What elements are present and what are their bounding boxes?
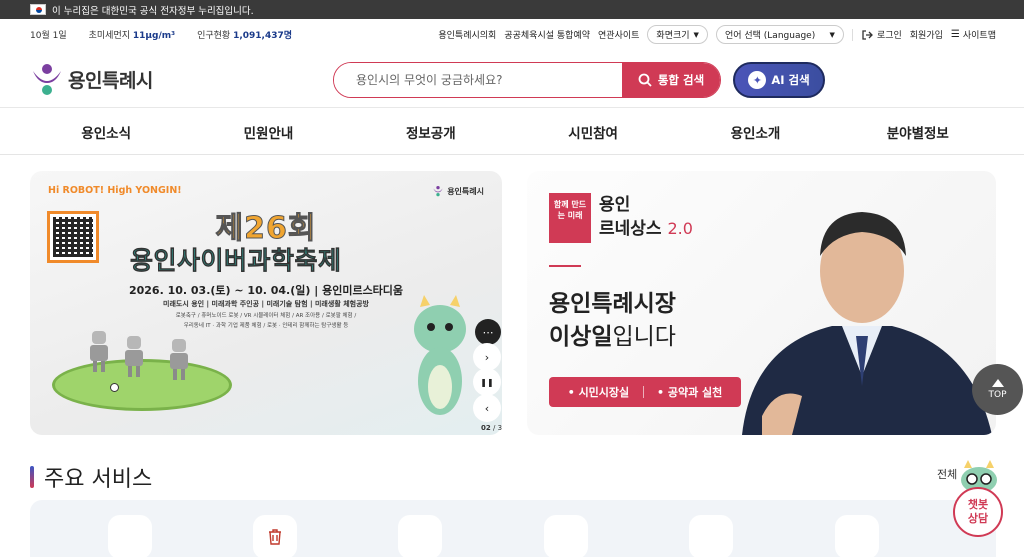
fine-dust-info: 초미세먼지 11μg/m³ bbox=[88, 31, 176, 41]
pledges-link[interactable]: • 공약과 실천 bbox=[657, 384, 722, 400]
pause-slide[interactable]: ❚❚ bbox=[473, 368, 501, 396]
today-date: 10월 1일 bbox=[30, 31, 67, 41]
nav-citizen-participation[interactable]: 시민참여 bbox=[513, 122, 673, 142]
pause-icon: ❚❚ bbox=[473, 368, 501, 396]
nav-field-info[interactable]: 분야별정보 bbox=[838, 122, 998, 142]
ai-search-button[interactable]: ✦ AI 검색 bbox=[733, 62, 825, 98]
search-button[interactable]: 통합 검색 bbox=[622, 63, 720, 97]
yongin-logo-icon bbox=[433, 186, 443, 197]
robot-illustration bbox=[170, 339, 188, 381]
service-card[interactable] bbox=[398, 515, 442, 559]
slide-pager: 02 / 3 bbox=[481, 424, 503, 432]
mayor-photo bbox=[742, 212, 992, 435]
divider bbox=[851, 28, 853, 41]
gov-notice-text: 이 누리집은 대한민국 공식 전자정부 누리집입니다. bbox=[52, 5, 254, 17]
menu-icon: ☰ bbox=[950, 29, 960, 40]
soccer-ball-icon bbox=[110, 383, 119, 392]
link-city-council[interactable]: 용인특례시의회 bbox=[438, 28, 496, 41]
service-card[interactable] bbox=[544, 515, 588, 559]
service-card[interactable] bbox=[108, 515, 152, 559]
nav-yongin-news[interactable]: 용인소식 bbox=[26, 122, 186, 142]
gov-notice-bar: 이 누리집은 대한민국 공식 전자정부 누리집입니다. bbox=[0, 0, 1024, 19]
arrow-up-icon bbox=[991, 379, 1004, 387]
prev-slide[interactable]: ‹ bbox=[473, 394, 501, 422]
population-info: 인구현황 1,091,437명 bbox=[197, 31, 293, 41]
link-related-sites[interactable]: 연관사이트 bbox=[598, 28, 639, 41]
search-input[interactable] bbox=[334, 63, 622, 97]
nav-about-yongin[interactable]: 용인소개 bbox=[675, 122, 835, 142]
services-heading: 주요 서비스 bbox=[30, 461, 152, 493]
banner-logo: 용인특례시 bbox=[432, 185, 484, 197]
heading-accent bbox=[30, 466, 34, 488]
festival-title: 용인사이버과학축제 bbox=[130, 246, 342, 276]
scroll-top-button[interactable]: TOP bbox=[972, 364, 1023, 415]
robot-illustration bbox=[125, 336, 143, 378]
join-link[interactable]: 회원가입 bbox=[910, 28, 943, 41]
font-size-select[interactable]: 화면크기 ▼ bbox=[647, 25, 708, 44]
chatbot-label: 챗봇 상담 bbox=[953, 487, 1003, 537]
dragon-mascot-illustration bbox=[414, 295, 466, 415]
service-card[interactable] bbox=[835, 515, 879, 559]
nav-info-disclosure[interactable]: 정보공개 bbox=[351, 122, 511, 142]
yongin-logo-icon bbox=[33, 64, 61, 95]
site-logo[interactable]: 용인특례시 bbox=[30, 61, 153, 97]
mayor-links: • 시민시장실 • 공약과 실천 bbox=[549, 377, 741, 407]
chatbot-button[interactable]: 챗봇 상담 bbox=[948, 460, 1008, 540]
service-card[interactable] bbox=[689, 515, 733, 559]
sparkle-icon: ✦ bbox=[748, 71, 767, 89]
caret-down-icon: ▼ bbox=[693, 30, 699, 39]
next-slide[interactable]: › bbox=[473, 343, 501, 371]
search-form: 통합 검색 bbox=[333, 62, 721, 98]
more-button[interactable]: ⋯ bbox=[475, 319, 501, 345]
slider-controls: ⋯ bbox=[473, 319, 501, 345]
robot-illustration bbox=[90, 331, 108, 373]
chevron-right-icon: › bbox=[473, 343, 501, 371]
caret-down-icon: ▼ bbox=[829, 30, 835, 39]
login-icon bbox=[862, 29, 873, 40]
utility-bar: 10월 1일 초미세먼지 11μg/m³ 인구현황 1,091,437명 용인특… bbox=[0, 19, 1024, 50]
logo-text: 용인특례시 bbox=[68, 69, 153, 92]
service-card[interactable] bbox=[253, 515, 297, 559]
renaissance-badge: 함께 만드는 미래 bbox=[549, 193, 591, 243]
mayor-name: 이상일입니다 bbox=[549, 324, 676, 350]
search-icon bbox=[638, 73, 652, 87]
language-select[interactable]: 언어 선택 (Language) ▼ bbox=[715, 25, 844, 44]
korea-flag-icon bbox=[30, 4, 46, 15]
banner-slogan: Hi ROBOT! High YONGIN! bbox=[48, 185, 182, 196]
site-header: 용인특례시 통합 검색 ✦ AI 검색 bbox=[0, 50, 1024, 108]
nav-civil-service[interactable]: 민원안내 bbox=[188, 122, 348, 142]
renaissance-title: 용인 르네상스 2.0 bbox=[599, 195, 693, 239]
trash-icon bbox=[269, 529, 281, 545]
chevron-left-icon: ‹ bbox=[473, 394, 501, 422]
link-sports-reservation[interactable]: 공공체육시설 통합예약 bbox=[504, 28, 590, 41]
festival-banner[interactable]: Hi ROBOT! High YONGIN! 용인특례시 제26회 용인사이버과… bbox=[30, 171, 502, 435]
mayor-title: 용인특례시장 bbox=[549, 291, 676, 317]
main-navigation: 용인소식 민원안내 정보공개 시민참여 용인소개 분야별정보 bbox=[0, 109, 1024, 155]
mayor-office-link[interactable]: • 시민시장실 bbox=[568, 384, 629, 400]
login-link[interactable]: 로그인 bbox=[861, 28, 902, 41]
divider bbox=[549, 265, 581, 267]
mayor-banner: 함께 만드는 미래 용인 르네상스 2.0 용인특례시장 이상일입니다 • 시민… bbox=[527, 171, 996, 435]
sitemap-link[interactable]: ☰ 사이트맵 bbox=[951, 28, 996, 41]
